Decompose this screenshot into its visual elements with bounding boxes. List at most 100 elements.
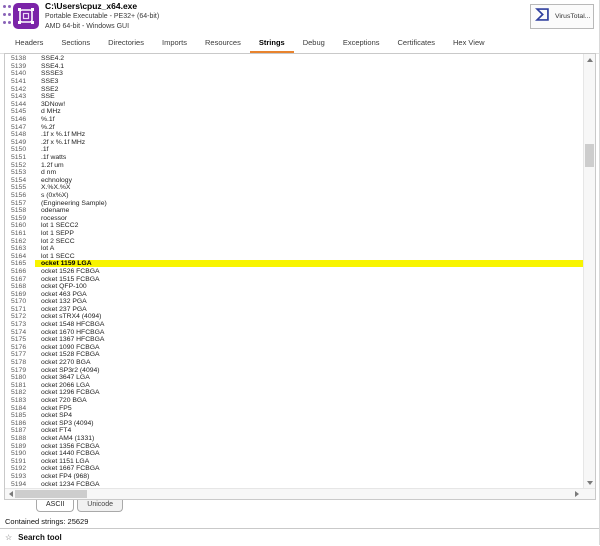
string-row-text: ocket 720 BGA [35,397,583,404]
string-row-number: 5143 [5,93,35,100]
file-path-title: C:\Users\cpuz_x64.exe [45,1,159,12]
string-row-number: 5167 [5,276,35,283]
string-row[interactable]: 5146%.1f [5,116,583,124]
main-tab-bar: HeadersSectionsDirectoriesImportsResourc… [0,33,599,54]
string-row[interactable]: 5139SSE4.1 [5,63,583,71]
grip-handle-icon[interactable] [3,5,11,24]
horizontal-scrollbar-thumb[interactable] [15,490,87,498]
string-row-text: ocket 1440 FCBGA [35,450,583,457]
string-row[interactable]: 5173ocket 1548 HFCBGA [5,321,583,329]
string-row[interactable]: 5176ocket 1090 FCBGA [5,344,583,352]
string-row[interactable]: 5167ocket 1515 FCBGA [5,275,583,283]
string-row[interactable]: 5180ocket 3647 LGA [5,374,583,382]
scroll-up-icon[interactable] [584,54,595,65]
string-row[interactable]: 5192ocket 1667 FCBGA [5,465,583,473]
string-row[interactable]: 5143SSE [5,93,583,101]
encoding-tab-unicode[interactable]: Unicode [77,500,123,512]
string-row[interactable]: 5174ocket 1670 HFCBGA [5,328,583,336]
string-row-number: 5161 [5,230,35,237]
string-row-number: 5147 [5,124,35,131]
string-row[interactable]: 5178ocket 2270 BGA [5,359,583,367]
tab-debug[interactable]: Debug [294,33,334,53]
string-row[interactable]: 5153d nm [5,169,583,177]
string-row[interactable]: 51443DNow! [5,101,583,109]
string-row[interactable]: 5164lot 1 SECC [5,252,583,260]
string-row[interactable]: 5155X.%X.%X [5,184,583,192]
search-tool-bar[interactable]: ☆ Search tool [0,528,599,546]
string-row-number: 5158 [5,207,35,214]
string-row[interactable]: 5142SSE2 [5,85,583,93]
string-row-number: 5178 [5,359,35,366]
string-row-text: ocket 1670 HFCBGA [35,329,583,336]
string-row[interactable]: 5175ocket 1367 HFCBGA [5,336,583,344]
string-row[interactable]: 5187ocket FT4 [5,427,583,435]
scroll-right-icon[interactable] [571,489,582,499]
string-row-number: 5185 [5,412,35,419]
string-row[interactable]: 5157(Engineering Sample) [5,199,583,207]
string-row[interactable]: 5160lot 1 SECC2 [5,222,583,230]
string-row[interactable]: 5179ocket SP3r2 (4094) [5,366,583,374]
tab-exceptions[interactable]: Exceptions [334,33,389,53]
string-row[interactable]: 5148.1f x %.1f MHz [5,131,583,139]
string-row-number: 5145 [5,108,35,115]
vertical-scrollbar-thumb[interactable] [585,144,594,167]
string-row-text: ocket SP4 [35,412,583,419]
string-row[interactable]: 5184ocket FP5 [5,404,583,412]
string-row[interactable]: 5181ocket 2066 LGA [5,382,583,390]
string-row[interactable]: 5140SSSE3 [5,70,583,78]
string-row[interactable]: 5145d MHz [5,108,583,116]
string-row[interactable]: 5159rocessor [5,214,583,222]
tab-headers[interactable]: Headers [6,33,52,53]
string-row-number: 5179 [5,367,35,374]
string-row[interactable]: 5170ocket 132 PGA [5,298,583,306]
virustotal-button[interactable]: VirusTotal... [530,4,594,29]
tab-sections[interactable]: Sections [52,33,99,53]
string-row-number: 5153 [5,169,35,176]
string-row[interactable]: 5149.2f x %.1f MHz [5,139,583,147]
string-row[interactable]: 5193ocket FP4 (968) [5,473,583,481]
tab-resources[interactable]: Resources [196,33,250,53]
pe-analyzer-window: { "header": { "title": "C:\\Users\\cpuz_… [0,0,600,545]
string-row[interactable]: 5150.1f [5,146,583,154]
tab-imports[interactable]: Imports [153,33,196,53]
string-row[interactable]: 5172ocket sTRX4 (4094) [5,313,583,321]
encoding-tab-ascii[interactable]: ASCII [36,500,74,512]
string-row[interactable]: 5141SSE3 [5,78,583,86]
string-row-text: ocket AM4 (1331) [35,435,583,442]
string-row-number: 5156 [5,192,35,199]
string-row[interactable]: 5166ocket 1526 FCBGA [5,268,583,276]
string-row[interactable]: 5147%.2f [5,123,583,131]
scroll-down-icon[interactable] [584,477,595,488]
string-row[interactable]: 5151.1f watts [5,154,583,162]
string-row[interactable]: 5182ocket 1296 FCBGA [5,389,583,397]
string-row[interactable]: 51521.2f um [5,161,583,169]
string-row[interactable]: 5154echnology [5,177,583,185]
string-row[interactable]: 5156s (0x%X) [5,192,583,200]
tab-hex-view[interactable]: Hex View [444,33,494,53]
string-row-number: 5188 [5,435,35,442]
string-row[interactable]: 5162lot 2 SECC [5,237,583,245]
horizontal-scrollbar[interactable] [5,488,595,499]
string-row[interactable]: 5185ocket SP4 [5,412,583,420]
tab-certificates[interactable]: Certificates [389,33,445,53]
string-row[interactable]: 5183ocket 720 BGA [5,397,583,405]
string-row[interactable]: 5165ocket 1159 LGA [5,260,583,268]
string-row[interactable]: 5161lot 1 SEPP [5,230,583,238]
string-row-text: %.2f [35,124,583,131]
string-row[interactable]: 5158odename [5,207,583,215]
string-row[interactable]: 5191ocket 1151 LGA [5,457,583,465]
string-row[interactable]: 5177ocket 1528 FCBGA [5,351,583,359]
string-row[interactable]: 5190ocket 1440 FCBGA [5,450,583,458]
tab-strings[interactable]: Strings [250,33,294,53]
string-row[interactable]: 5189ocket 1356 FCBGA [5,442,583,450]
string-row[interactable]: 5168ocket QFP-100 [5,283,583,291]
string-row[interactable]: 5171ocket 237 PGA [5,306,583,314]
string-row[interactable]: 5186ocket SP3 (4094) [5,420,583,428]
string-row[interactable]: 5194ocket 1234 FCBGA [5,480,583,488]
string-row[interactable]: 5138SSE4.2 [5,55,583,63]
vertical-scrollbar[interactable] [583,54,595,488]
string-row[interactable]: 5163lot A [5,245,583,253]
string-row[interactable]: 5188ocket AM4 (1331) [5,435,583,443]
tab-directories[interactable]: Directories [99,33,153,53]
string-row[interactable]: 5169ocket 463 PGA [5,290,583,298]
